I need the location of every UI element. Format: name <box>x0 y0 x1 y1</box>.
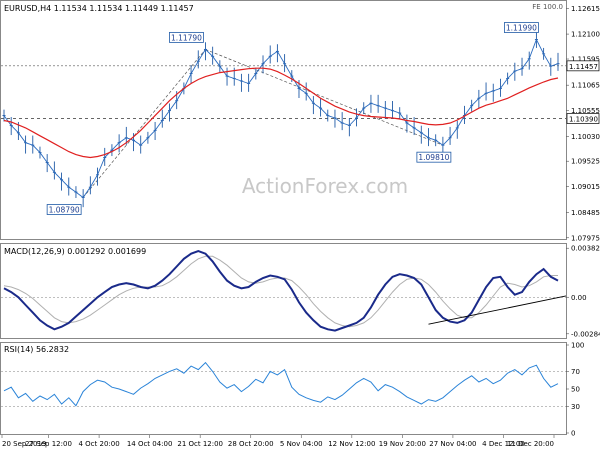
price-y-tick-label: 1.10030 <box>571 133 600 141</box>
price-panel-header: EURUSD,H4 1.11534 1.11534 1.11449 1.1145… <box>4 4 194 13</box>
x-tick-label: 11 Dec 20:00 <box>507 440 554 448</box>
rsi-y-tick-label: 0 <box>571 430 575 438</box>
macd-y-tick-label: -0.002849 <box>571 330 600 338</box>
x-tick-label: 14 Oct 04:00 <box>127 440 173 448</box>
price-y-tick-label: 1.08485 <box>571 209 600 217</box>
price-y-tick-label: 1.09525 <box>571 158 600 166</box>
x-tick-label: 5 Nov 04:00 <box>280 440 323 448</box>
macd-y-tick-label: 0.00 <box>571 294 587 302</box>
price-y-tick-label: 1.12615 <box>571 5 600 13</box>
fe-label: FE 100.0 <box>532 3 563 11</box>
x-tick-label: 27 Nov 04:00 <box>429 440 476 448</box>
macd-y-tick-label: 0.003826 <box>571 245 600 253</box>
price-y-tick-label: 1.09015 <box>571 183 600 191</box>
price-y-tick-label: 1.11065 <box>571 82 600 90</box>
rsi-y-tick-label: 50 <box>571 386 580 394</box>
annotation-label: 1.08790 <box>49 206 80 215</box>
chart-background <box>0 0 600 450</box>
annotation-label: 1.09810 <box>418 153 449 162</box>
rsi-y-tick-label: 30 <box>571 403 580 411</box>
x-tick-label: 21 Oct 12:00 <box>177 440 223 448</box>
x-tick-label: 19 Nov 20:00 <box>379 440 426 448</box>
rsi-y-tick-label: 100 <box>571 342 584 350</box>
rsi-panel-header: RSI(14) 56.2832 <box>4 345 69 354</box>
rsi-y-tick-label: 70 <box>571 368 580 376</box>
x-tick-label: 27 Sep 12:00 <box>25 440 72 448</box>
x-tick-label: 12 Nov 12:00 <box>328 440 375 448</box>
price-y-tick-label: 1.12100 <box>571 31 600 39</box>
annotation-label: 1.11790 <box>171 33 202 42</box>
current-price-label: 1.11457 <box>569 63 598 71</box>
x-tick-label: 28 Oct 20:00 <box>228 440 274 448</box>
watermark-text: ActionForex.com <box>242 174 408 198</box>
support-level-label: 1.10390 <box>569 116 598 124</box>
x-tick-label: 4 Oct 20:00 <box>78 440 119 448</box>
chart-svg: ActionForex.com EURUSD,H4 1.11534 1.1153… <box>0 0 600 450</box>
annotation-label: 1.11990 <box>506 24 537 33</box>
price-y-tick-label: 1.07975 <box>571 234 600 242</box>
macd-panel-header: MACD(12,26,9) 0.001292 0.001699 <box>4 247 146 256</box>
